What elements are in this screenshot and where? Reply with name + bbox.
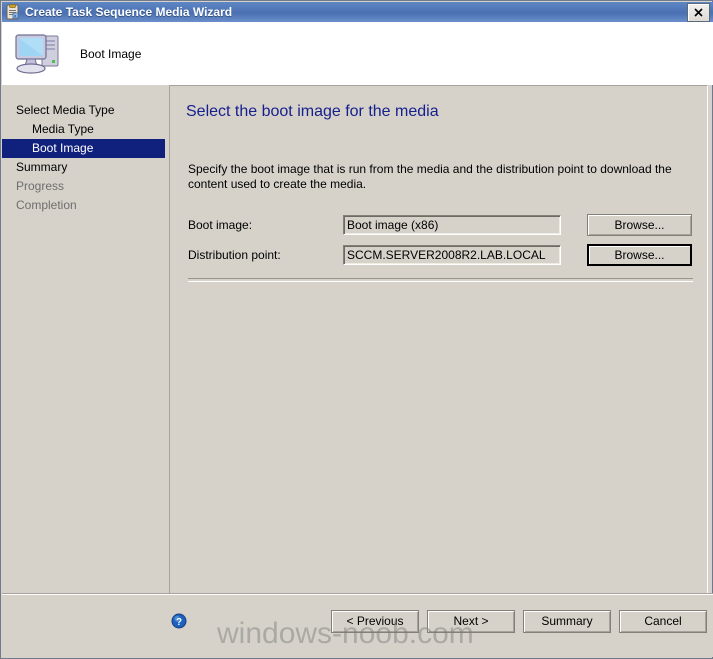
distribution-point-row: Distribution point: SCCM.SERVER2008R2.LA… bbox=[188, 244, 693, 266]
next-button[interactable]: Next > bbox=[427, 610, 515, 633]
computer-icon bbox=[12, 30, 64, 78]
close-icon[interactable] bbox=[687, 2, 710, 22]
wizard-button-bar: ? < Previous Next > Summary Cancel bbox=[2, 593, 713, 657]
help-icon[interactable]: ? bbox=[171, 613, 187, 629]
wizard-content-pane: Select the boot image for the media Spec… bbox=[169, 85, 708, 595]
wizard-header: Boot Image bbox=[2, 22, 713, 85]
sidebar-item-progress: Progress bbox=[16, 179, 65, 193]
boot-image-field[interactable]: Boot image (x86) bbox=[343, 215, 561, 235]
cancel-button[interactable]: Cancel bbox=[619, 610, 707, 633]
svg-text:?: ? bbox=[176, 617, 182, 628]
section-divider bbox=[188, 278, 693, 282]
sidebar-item-boot-image[interactable]: Boot Image bbox=[2, 139, 165, 158]
window-title: Create Task Sequence Media Wizard bbox=[25, 5, 233, 19]
wizard-window: Create Task Sequence Media Wizard Boot I… bbox=[0, 0, 713, 659]
page-description: Specify the boot image that is run from … bbox=[188, 162, 672, 191]
previous-button[interactable]: < Previous bbox=[331, 610, 419, 633]
distribution-point-field[interactable]: SCCM.SERVER2008R2.LAB.LOCAL bbox=[343, 245, 561, 265]
header-title: Boot Image bbox=[80, 46, 142, 61]
distribution-point-browse-button[interactable]: Browse... bbox=[587, 244, 692, 266]
boot-image-row: Boot image: Boot image (x86) Browse... bbox=[188, 214, 693, 236]
task-sequence-icon bbox=[5, 4, 21, 20]
navigation-buttons: < Previous Next > Summary Cancel bbox=[331, 610, 707, 633]
boot-image-browse-button[interactable]: Browse... bbox=[587, 214, 692, 236]
sidebar-item-select-media-type[interactable]: Select Media Type bbox=[2, 101, 165, 120]
wizard-steps-sidebar: Select Media Type Media Type Boot Image … bbox=[2, 85, 165, 595]
sidebar-item-media-type[interactable]: Media Type bbox=[2, 120, 165, 139]
sidebar-item-completion: Completion bbox=[16, 198, 77, 212]
boot-image-label: Boot image: bbox=[188, 218, 253, 232]
summary-button[interactable]: Summary bbox=[523, 610, 611, 633]
sidebar-item-summary[interactable]: Summary bbox=[2, 158, 165, 177]
distribution-point-label: Distribution point: bbox=[188, 248, 281, 262]
title-bar: Create Task Sequence Media Wizard bbox=[2, 2, 713, 22]
page-title: Select the boot image for the media bbox=[186, 103, 439, 120]
